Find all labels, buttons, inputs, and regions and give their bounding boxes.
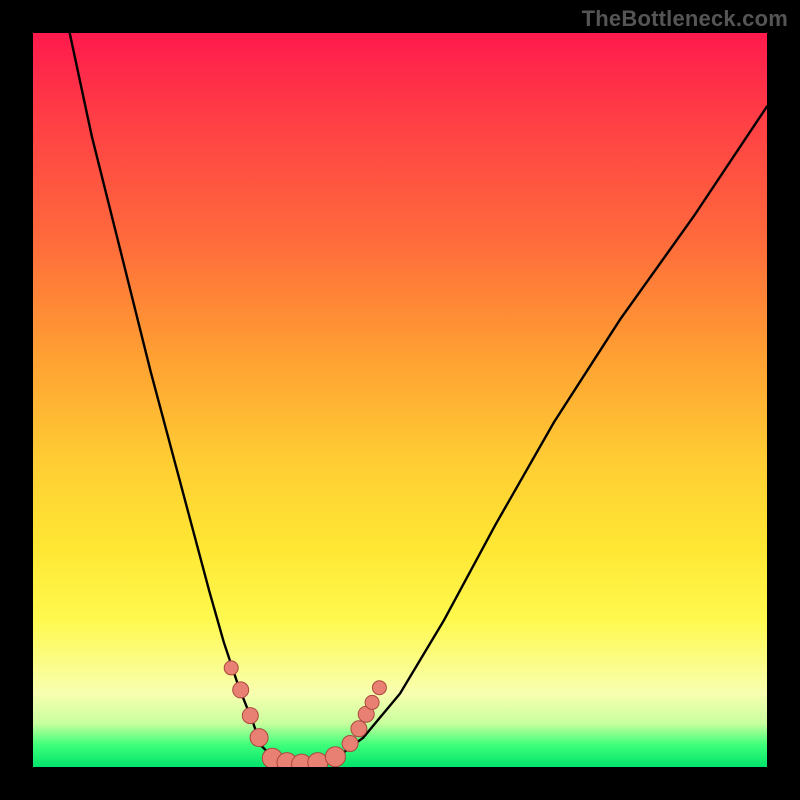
data-marker: [365, 695, 379, 709]
data-marker: [325, 747, 345, 767]
data-marker: [250, 729, 268, 747]
marker-layer: [224, 661, 386, 767]
data-marker: [351, 721, 367, 737]
curve-layer: [70, 33, 767, 764]
data-marker: [224, 661, 238, 675]
attribution-text: TheBottleneck.com: [582, 6, 788, 32]
data-marker: [242, 708, 258, 724]
chart-frame: TheBottleneck.com: [0, 0, 800, 800]
data-marker: [372, 681, 386, 695]
data-marker: [308, 753, 328, 767]
chart-svg: [33, 33, 767, 767]
bottleneck-curve: [70, 33, 767, 764]
data-marker: [233, 682, 249, 698]
data-marker: [342, 736, 358, 752]
